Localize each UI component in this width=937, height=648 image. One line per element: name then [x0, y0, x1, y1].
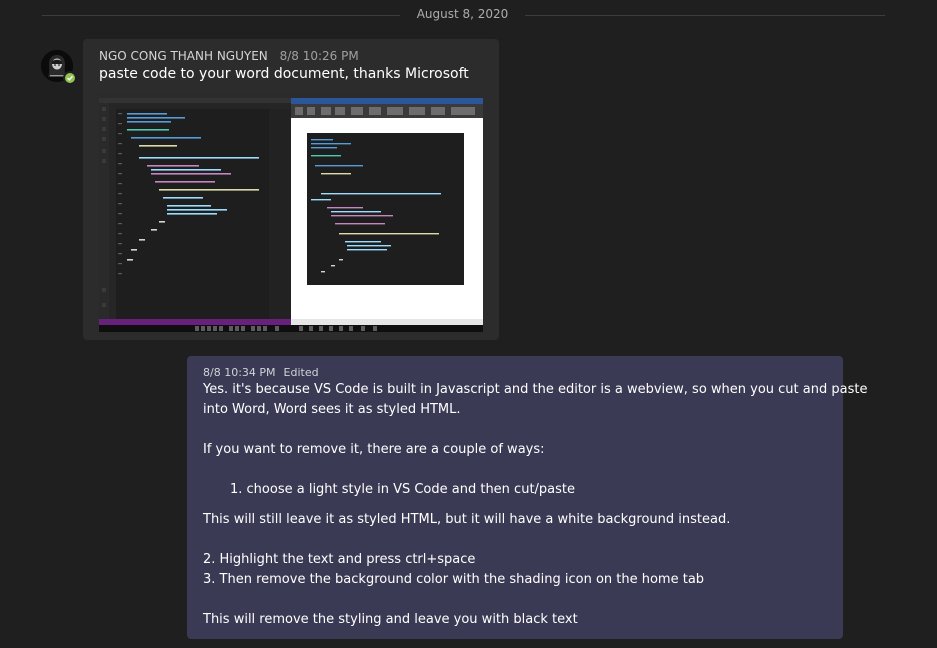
message-timestamp: 8/8 10:34 PM	[203, 366, 276, 379]
list-item: 1. choose a light style in VS Code and t…	[230, 482, 576, 497]
message-meta: 8/8 10:34 PM Edited	[203, 366, 319, 379]
presence-available-icon	[63, 71, 77, 85]
author-name[interactable]: NGO CONG THANH NGUYEN	[99, 49, 268, 63]
avatar[interactable]	[41, 50, 77, 85]
date-divider: August 8, 2020	[0, 0, 937, 30]
message-line: into Word, Word sees it as styled HTML.	[203, 402, 461, 417]
message-text: paste code to your word document, thanks…	[99, 66, 469, 82]
message-bubble-1[interactable]: NGO CONG THANH NGUYEN 8/8 10:26 PM paste…	[83, 39, 499, 340]
message-line: Yes. it's because VS Code is built in Ja…	[203, 382, 868, 397]
message-line: If you want to remove it, there are a co…	[203, 442, 545, 457]
divider-line-right	[525, 15, 885, 16]
vscode-word-screenshot-thumbnail	[99, 93, 483, 332]
message-line: 3. Then remove the background color with…	[203, 572, 705, 587]
message-bubble-2[interactable]: 8/8 10:34 PM Edited Yes. it's because VS …	[187, 356, 867, 639]
date-divider-label: August 8, 2020	[416, 7, 509, 21]
message-line: 2. Highlight the text and press ctrl+spa…	[203, 552, 476, 567]
message-timestamp: 8/8 10:26 PM	[279, 49, 359, 63]
edited-label: Edited	[283, 366, 319, 379]
attached-screenshot-image[interactable]	[99, 93, 483, 332]
message-header: NGO CONG THANH NGUYEN 8/8 10:26 PM	[99, 49, 359, 63]
divider-line-left	[42, 15, 400, 16]
message-line: This will still leave it as styled HTML,…	[203, 512, 731, 527]
message-line: This will remove the styling and leave y…	[203, 612, 578, 627]
